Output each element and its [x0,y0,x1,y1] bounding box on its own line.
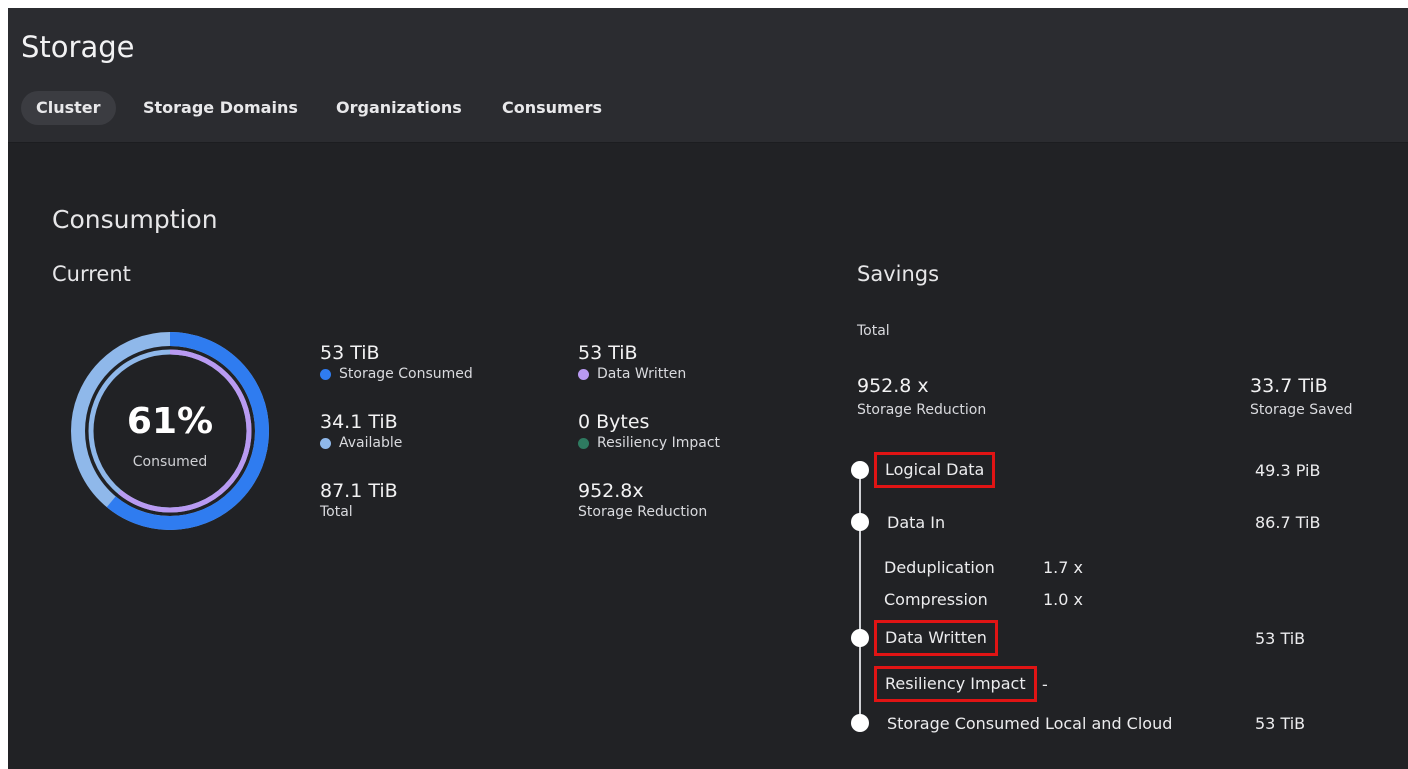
storage-window: Storage Cluster Storage Domains Organiza… [8,8,1408,769]
stat-value: 0 Bytes [578,411,650,433]
savings-title: Savings [857,262,940,286]
current-title: Current [52,262,131,286]
stat-label: Available [339,435,403,451]
stat-value: 53 TiB [320,342,380,364]
stat-label: Resiliency Impact [597,435,721,451]
donut-label: Consumed [132,454,208,470]
storage-reduction-value: 952.8 x [857,375,929,397]
stat-storage-reduction: 952.8x Storage Reduction [578,480,707,522]
stat-label: Storage Consumed [339,366,473,382]
timeline-node-storage-consumed [851,714,869,732]
resiliency-impact-value: - [1042,675,1048,694]
data-written-value: 53 TiB [1255,629,1306,648]
stat-value: 34.1 TiB [320,411,398,433]
savings-total-label: Total [857,323,890,339]
storage-saved-value: 33.7 TiB [1250,375,1328,397]
stat-storage-consumed: 53 TiB Storage Consumed [320,342,473,384]
donut-percent: 61% [126,401,214,442]
storage-consumed-dot [320,368,331,380]
stat-total: 87.1 TiB Total [320,480,398,522]
deduplication-value: 1.7 x [1043,558,1083,577]
stat-label: Storage Reduction [578,504,708,520]
tab-storage-domains[interactable]: Storage Domains [128,91,313,125]
compression-label: Compression [884,590,988,609]
timeline-node-logical-data [851,461,869,479]
page-title: Storage [21,30,135,64]
tab-organizations[interactable]: Organizations [321,91,477,125]
stat-resiliency-impact: 0 Bytes Resiliency Impact [578,411,720,453]
stat-label: Total [320,504,353,520]
tab-cluster[interactable]: Cluster [21,91,116,125]
timeline-node-data-in [851,513,869,531]
resiliency-impact-label: Resiliency Impact [874,666,1037,702]
timeline-node-data-written [851,629,869,647]
resiliency-impact-dot [578,437,589,449]
stat-label: Data Written [597,366,687,382]
storage-saved-label: Storage Saved [1250,402,1353,418]
data-written-label: Data Written [874,620,998,656]
compression-value: 1.0 x [1043,590,1083,609]
storage-consumed-value: 53 TiB [1255,714,1306,733]
stat-data-written: 53 TiB Data Written [578,342,686,384]
storage-consumed-label: Storage Consumed Local and Cloud [887,714,1173,733]
available-dot [320,437,331,449]
data-written-dot [578,368,589,380]
data-in-label: Data In [887,513,946,532]
consumption-title: Consumption [52,205,218,234]
logical-data-label: Logical Data [874,452,996,488]
stat-available: 34.1 TiB Available [320,411,402,453]
stat-value: 952.8x [578,480,644,502]
stat-value: 87.1 TiB [320,480,398,502]
page-header: Storage Cluster Storage Domains Organiza… [8,8,1408,143]
data-in-value: 86.7 TiB [1255,513,1321,532]
logical-data-value: 49.3 PiB [1255,461,1321,480]
deduplication-label: Deduplication [884,558,995,577]
tab-consumers[interactable]: Consumers [487,91,617,125]
stat-value: 53 TiB [578,342,638,364]
storage-reduction-label: Storage Reduction [857,402,987,418]
